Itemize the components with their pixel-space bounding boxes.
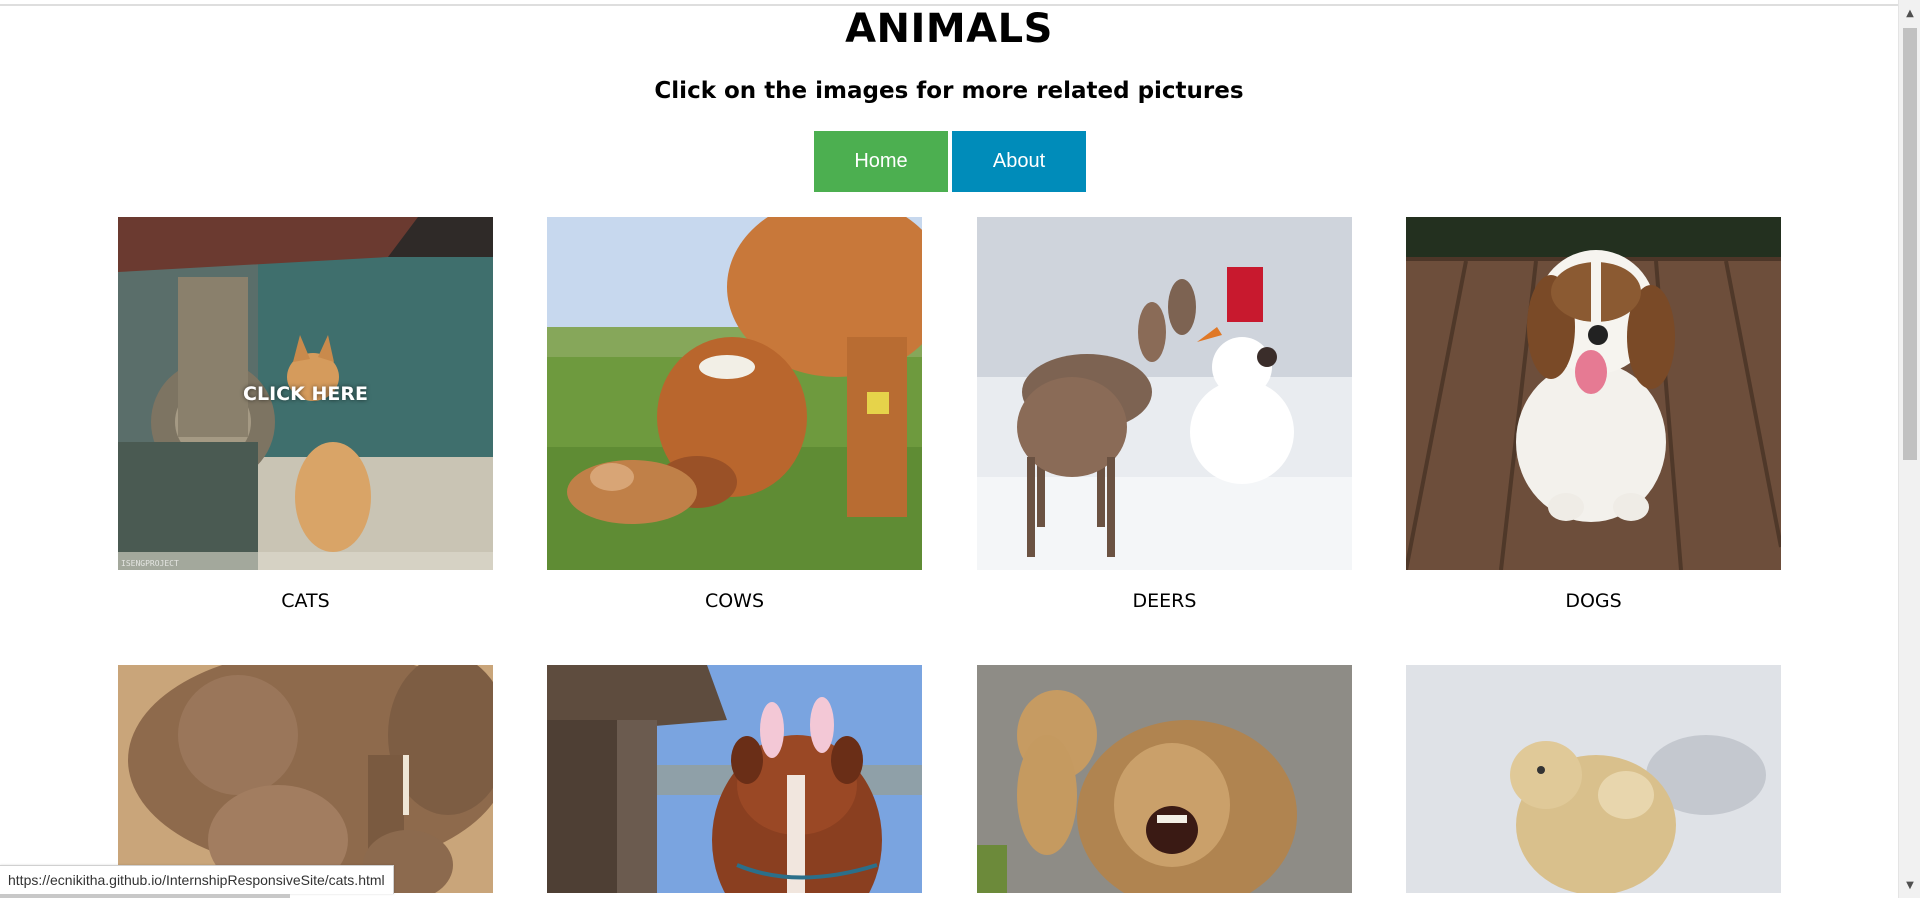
caption-cows: COWS bbox=[704, 590, 765, 612]
caption-dogs: DOGS bbox=[1565, 590, 1622, 612]
nav-bar: Home About bbox=[814, 131, 1086, 192]
cows-card[interactable] bbox=[547, 217, 922, 570]
cats-card[interactable]: CLICK HERE ISENGPROJECT bbox=[118, 217, 493, 570]
page-title: ANIMALS bbox=[845, 6, 1053, 52]
lions-image bbox=[977, 665, 1352, 893]
lions-card[interactable] bbox=[977, 665, 1352, 893]
about-button[interactable]: About bbox=[952, 131, 1086, 192]
polar-bear-card[interactable] bbox=[1406, 665, 1781, 893]
scroll-down-icon[interactable]: ▼ bbox=[1899, 876, 1920, 894]
horizontal-scroll-indicator[interactable] bbox=[0, 894, 290, 898]
home-button[interactable]: Home bbox=[814, 131, 948, 192]
vertical-scrollbar[interactable]: ▲ ▼ bbox=[1898, 0, 1920, 898]
image-watermark: ISENGPROJECT bbox=[121, 559, 179, 568]
scroll-up-icon[interactable]: ▲ bbox=[1899, 4, 1920, 22]
scrollbar-thumb[interactable] bbox=[1903, 28, 1917, 460]
caption-deers: DEERS bbox=[1132, 590, 1197, 612]
polar-bear-image bbox=[1406, 665, 1781, 893]
cows-image bbox=[547, 217, 922, 570]
dogs-image bbox=[1406, 217, 1781, 570]
deers-image bbox=[977, 217, 1352, 570]
page: ANIMALS Click on the images for more rel… bbox=[0, 0, 1898, 898]
caption-cats: CATS bbox=[281, 590, 330, 612]
status-bar-url: https://ecnikitha.github.io/InternshipRe… bbox=[0, 865, 394, 894]
horse-card[interactable] bbox=[547, 665, 922, 893]
deers-card[interactable] bbox=[977, 217, 1352, 570]
horse-image bbox=[547, 665, 922, 893]
elephants-image bbox=[118, 665, 493, 893]
click-here-overlay: CLICK HERE bbox=[243, 382, 368, 405]
page-subtitle: Click on the images for more related pic… bbox=[654, 78, 1244, 104]
dogs-card[interactable] bbox=[1406, 217, 1781, 570]
elephants-card[interactable] bbox=[118, 665, 493, 893]
